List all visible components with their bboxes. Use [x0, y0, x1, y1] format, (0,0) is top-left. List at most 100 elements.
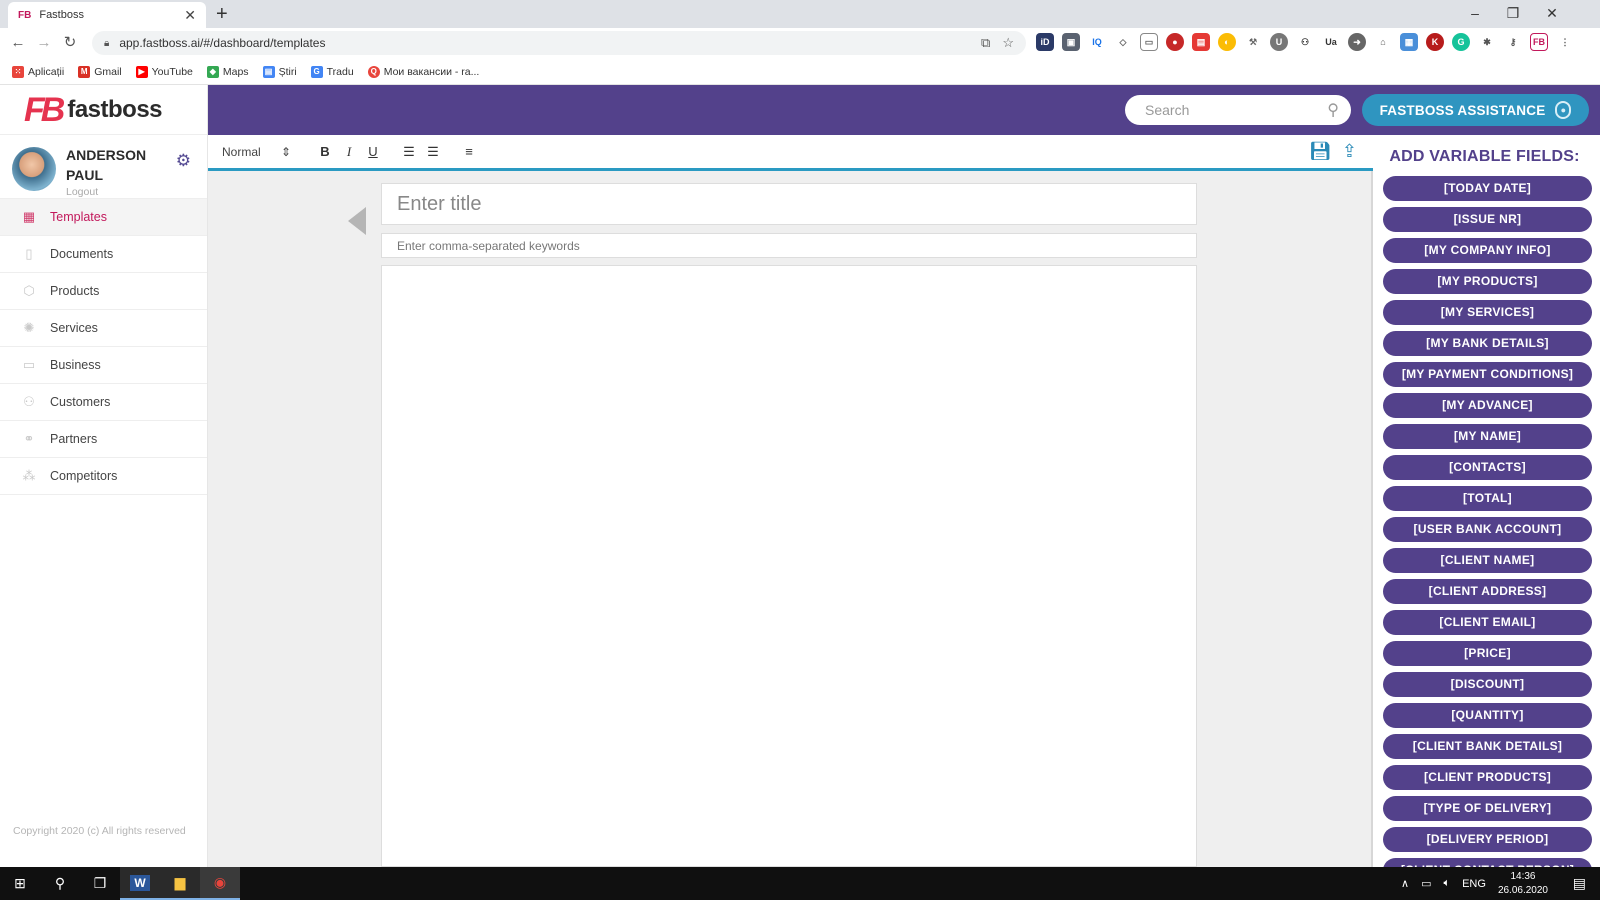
- variable-field-button[interactable]: [DISCOUNT]: [1383, 672, 1592, 697]
- align-icon[interactable]: ≡: [459, 144, 479, 159]
- extension-arrow-icon[interactable]: ➜: [1348, 33, 1366, 51]
- extension-u-icon[interactable]: U: [1270, 33, 1288, 51]
- bold-button[interactable]: B: [315, 144, 335, 159]
- language-indicator[interactable]: ENG: [1462, 878, 1486, 890]
- sidebar-item-products[interactable]: ⬡ Products: [0, 273, 207, 310]
- sidebar-item-partners[interactable]: ⚭ Partners: [0, 421, 207, 458]
- translate-page-icon[interactable]: ⧉: [981, 35, 990, 51]
- variable-field-button[interactable]: [TOTAL]: [1383, 486, 1592, 511]
- variable-field-button[interactable]: [DELIVERY PERIOD]: [1383, 827, 1592, 852]
- minimize-icon[interactable]: –: [1460, 2, 1490, 24]
- collapse-arrow-icon[interactable]: [348, 207, 366, 235]
- variable-field-button[interactable]: [CLIENT NAME]: [1383, 548, 1592, 573]
- forward-icon[interactable]: →: [34, 33, 54, 53]
- reload-icon[interactable]: ↻: [60, 33, 80, 53]
- variable-field-button[interactable]: [QUANTITY]: [1383, 703, 1592, 728]
- variable-field-button[interactable]: [CLIENT PRODUCTS]: [1383, 765, 1592, 790]
- extensions-puzzle-icon[interactable]: ✱: [1478, 33, 1496, 51]
- extension-screen-icon[interactable]: ▭: [1140, 33, 1158, 51]
- notifications-icon[interactable]: ▤: [1573, 875, 1586, 892]
- italic-button[interactable]: I: [339, 144, 359, 160]
- logo[interactable]: FB fastboss: [0, 85, 207, 135]
- sidebar-item-customers[interactable]: ⚇ Customers: [0, 384, 207, 421]
- variable-field-button[interactable]: [MY PAYMENT CONDITIONS]: [1383, 362, 1592, 387]
- sidebar-item-templates[interactable]: ▦ Templates: [0, 199, 207, 236]
- new-tab-icon[interactable]: +: [216, 3, 228, 25]
- variable-field-button[interactable]: [MY PRODUCTS]: [1383, 269, 1592, 294]
- variable-field-button[interactable]: [CLIENT CONTACT PERSON]: [1383, 858, 1592, 867]
- extension-color-icon[interactable]: ◐: [1218, 33, 1236, 51]
- fastboss-assistance-button[interactable]: FASTBOSS ASSISTANCE ●: [1362, 94, 1589, 126]
- title-input[interactable]: [381, 183, 1197, 225]
- extension-image-icon[interactable]: ▣: [1062, 33, 1080, 51]
- variable-field-button[interactable]: [MY COMPANY INFO]: [1383, 238, 1592, 263]
- browser-menu-icon[interactable]: ⋮: [1556, 33, 1574, 51]
- sidebar-item-competitors[interactable]: ⁂ Competitors: [0, 458, 207, 495]
- tray-expand-icon[interactable]: ∧: [1401, 877, 1409, 890]
- underline-button[interactable]: U: [363, 144, 383, 159]
- sidebar-item-business[interactable]: ▭ Business: [0, 347, 207, 384]
- close-tab-icon[interactable]: ✕: [184, 7, 196, 24]
- bookmark-stiri[interactable]: ▤ Știri: [262, 65, 297, 78]
- task-view-icon[interactable]: ❐: [80, 867, 120, 900]
- clock[interactable]: 14:36 26.06.2020: [1498, 870, 1548, 898]
- variable-field-button[interactable]: [MY SERVICES]: [1383, 300, 1592, 325]
- bookmark-jobs[interactable]: Q Мои вакансии - ra...: [367, 65, 479, 78]
- extension-ua-icon[interactable]: Ua: [1322, 33, 1340, 51]
- variable-field-button[interactable]: [CLIENT BANK DETAILS]: [1383, 734, 1592, 759]
- variable-field-button[interactable]: [MY NAME]: [1383, 424, 1592, 449]
- bookmark-youtube[interactable]: ▶ YouTube: [135, 65, 193, 78]
- variable-field-button[interactable]: [MY ADVANCE]: [1383, 393, 1592, 418]
- restore-icon[interactable]: ❐: [1498, 2, 1528, 24]
- variable-field-button[interactable]: [CLIENT ADDRESS]: [1383, 579, 1592, 604]
- variable-field-button[interactable]: [TYPE OF DELIVERY]: [1383, 796, 1592, 821]
- sidebar-item-services[interactable]: ✺ Services: [0, 310, 207, 347]
- search-icon[interactable]: ⚲: [1327, 100, 1339, 120]
- word-app-icon[interactable]: W: [120, 867, 160, 900]
- document-body-editor[interactable]: [381, 265, 1197, 867]
- extension-k-icon[interactable]: K: [1426, 33, 1444, 51]
- extension-people-icon[interactable]: ⚇: [1296, 33, 1314, 51]
- bookmark-tradu[interactable]: G Tradu: [310, 65, 354, 78]
- bookmark-apps[interactable]: ⁙ Aplicații: [12, 65, 64, 78]
- variable-field-button[interactable]: [MY BANK DETAILS]: [1383, 331, 1592, 356]
- network-icon[interactable]: ▭: [1421, 877, 1431, 890]
- extension-pdf-icon[interactable]: ▤: [1192, 33, 1210, 51]
- profile-fb-icon[interactable]: FB: [1530, 33, 1548, 51]
- variable-field-button[interactable]: [ISSUE NR]: [1383, 207, 1592, 232]
- grammarly-icon[interactable]: G: [1452, 33, 1470, 51]
- variable-field-button[interactable]: [TODAY DATE]: [1383, 176, 1592, 201]
- share-icon[interactable]: ⇪: [1342, 141, 1357, 162]
- ordered-list-icon[interactable]: ☰: [399, 144, 419, 160]
- variable-field-button[interactable]: [USER BANK ACCOUNT]: [1383, 517, 1592, 542]
- volume-icon[interactable]: 🔈︎: [1443, 877, 1450, 890]
- extension-red-icon[interactable]: ●: [1166, 33, 1184, 51]
- extension-iq-icon[interactable]: IQ: [1088, 33, 1106, 51]
- file-explorer-icon[interactable]: ▆: [160, 867, 200, 900]
- variable-field-button[interactable]: [CLIENT EMAIL]: [1383, 610, 1592, 635]
- bookmark-star-icon[interactable]: ☆: [1002, 35, 1014, 51]
- extension-pin-icon[interactable]: ⌂: [1374, 33, 1392, 51]
- search-taskbar-icon[interactable]: ⚲: [40, 867, 80, 900]
- logout-link[interactable]: Logout: [66, 186, 176, 198]
- address-bar[interactable]: 🔒︎ app.fastboss.ai/#/dashboard/templates…: [92, 31, 1026, 55]
- format-select[interactable]: Normal ⇕: [222, 145, 297, 159]
- variable-field-button[interactable]: [CONTACTS]: [1383, 455, 1592, 480]
- variable-field-button[interactable]: [PRICE]: [1383, 641, 1592, 666]
- search-input[interactable]: [1145, 102, 1328, 118]
- search-box[interactable]: ⚲: [1125, 95, 1351, 125]
- bookmark-gmail[interactable]: M Gmail: [78, 65, 122, 78]
- sidebar-item-documents[interactable]: ▯ Documents: [0, 236, 207, 273]
- extension-tag-icon[interactable]: ◇: [1114, 33, 1132, 51]
- chrome-app-icon[interactable]: ◉: [200, 867, 240, 900]
- back-icon[interactable]: ←: [8, 33, 28, 53]
- save-icon[interactable]: 💾︎: [1309, 141, 1332, 162]
- close-window-icon[interactable]: ✕: [1537, 2, 1567, 24]
- bookmark-maps[interactable]: ◆ Maps: [206, 65, 249, 78]
- key-icon[interactable]: ⚷: [1504, 33, 1522, 51]
- extension-tool-icon[interactable]: ⚒: [1244, 33, 1262, 51]
- extension-blue-icon[interactable]: ▦: [1400, 33, 1418, 51]
- windows-start-icon[interactable]: ⊞: [0, 867, 40, 900]
- keywords-input[interactable]: [381, 233, 1197, 258]
- bullet-list-icon[interactable]: ☰: [423, 144, 443, 160]
